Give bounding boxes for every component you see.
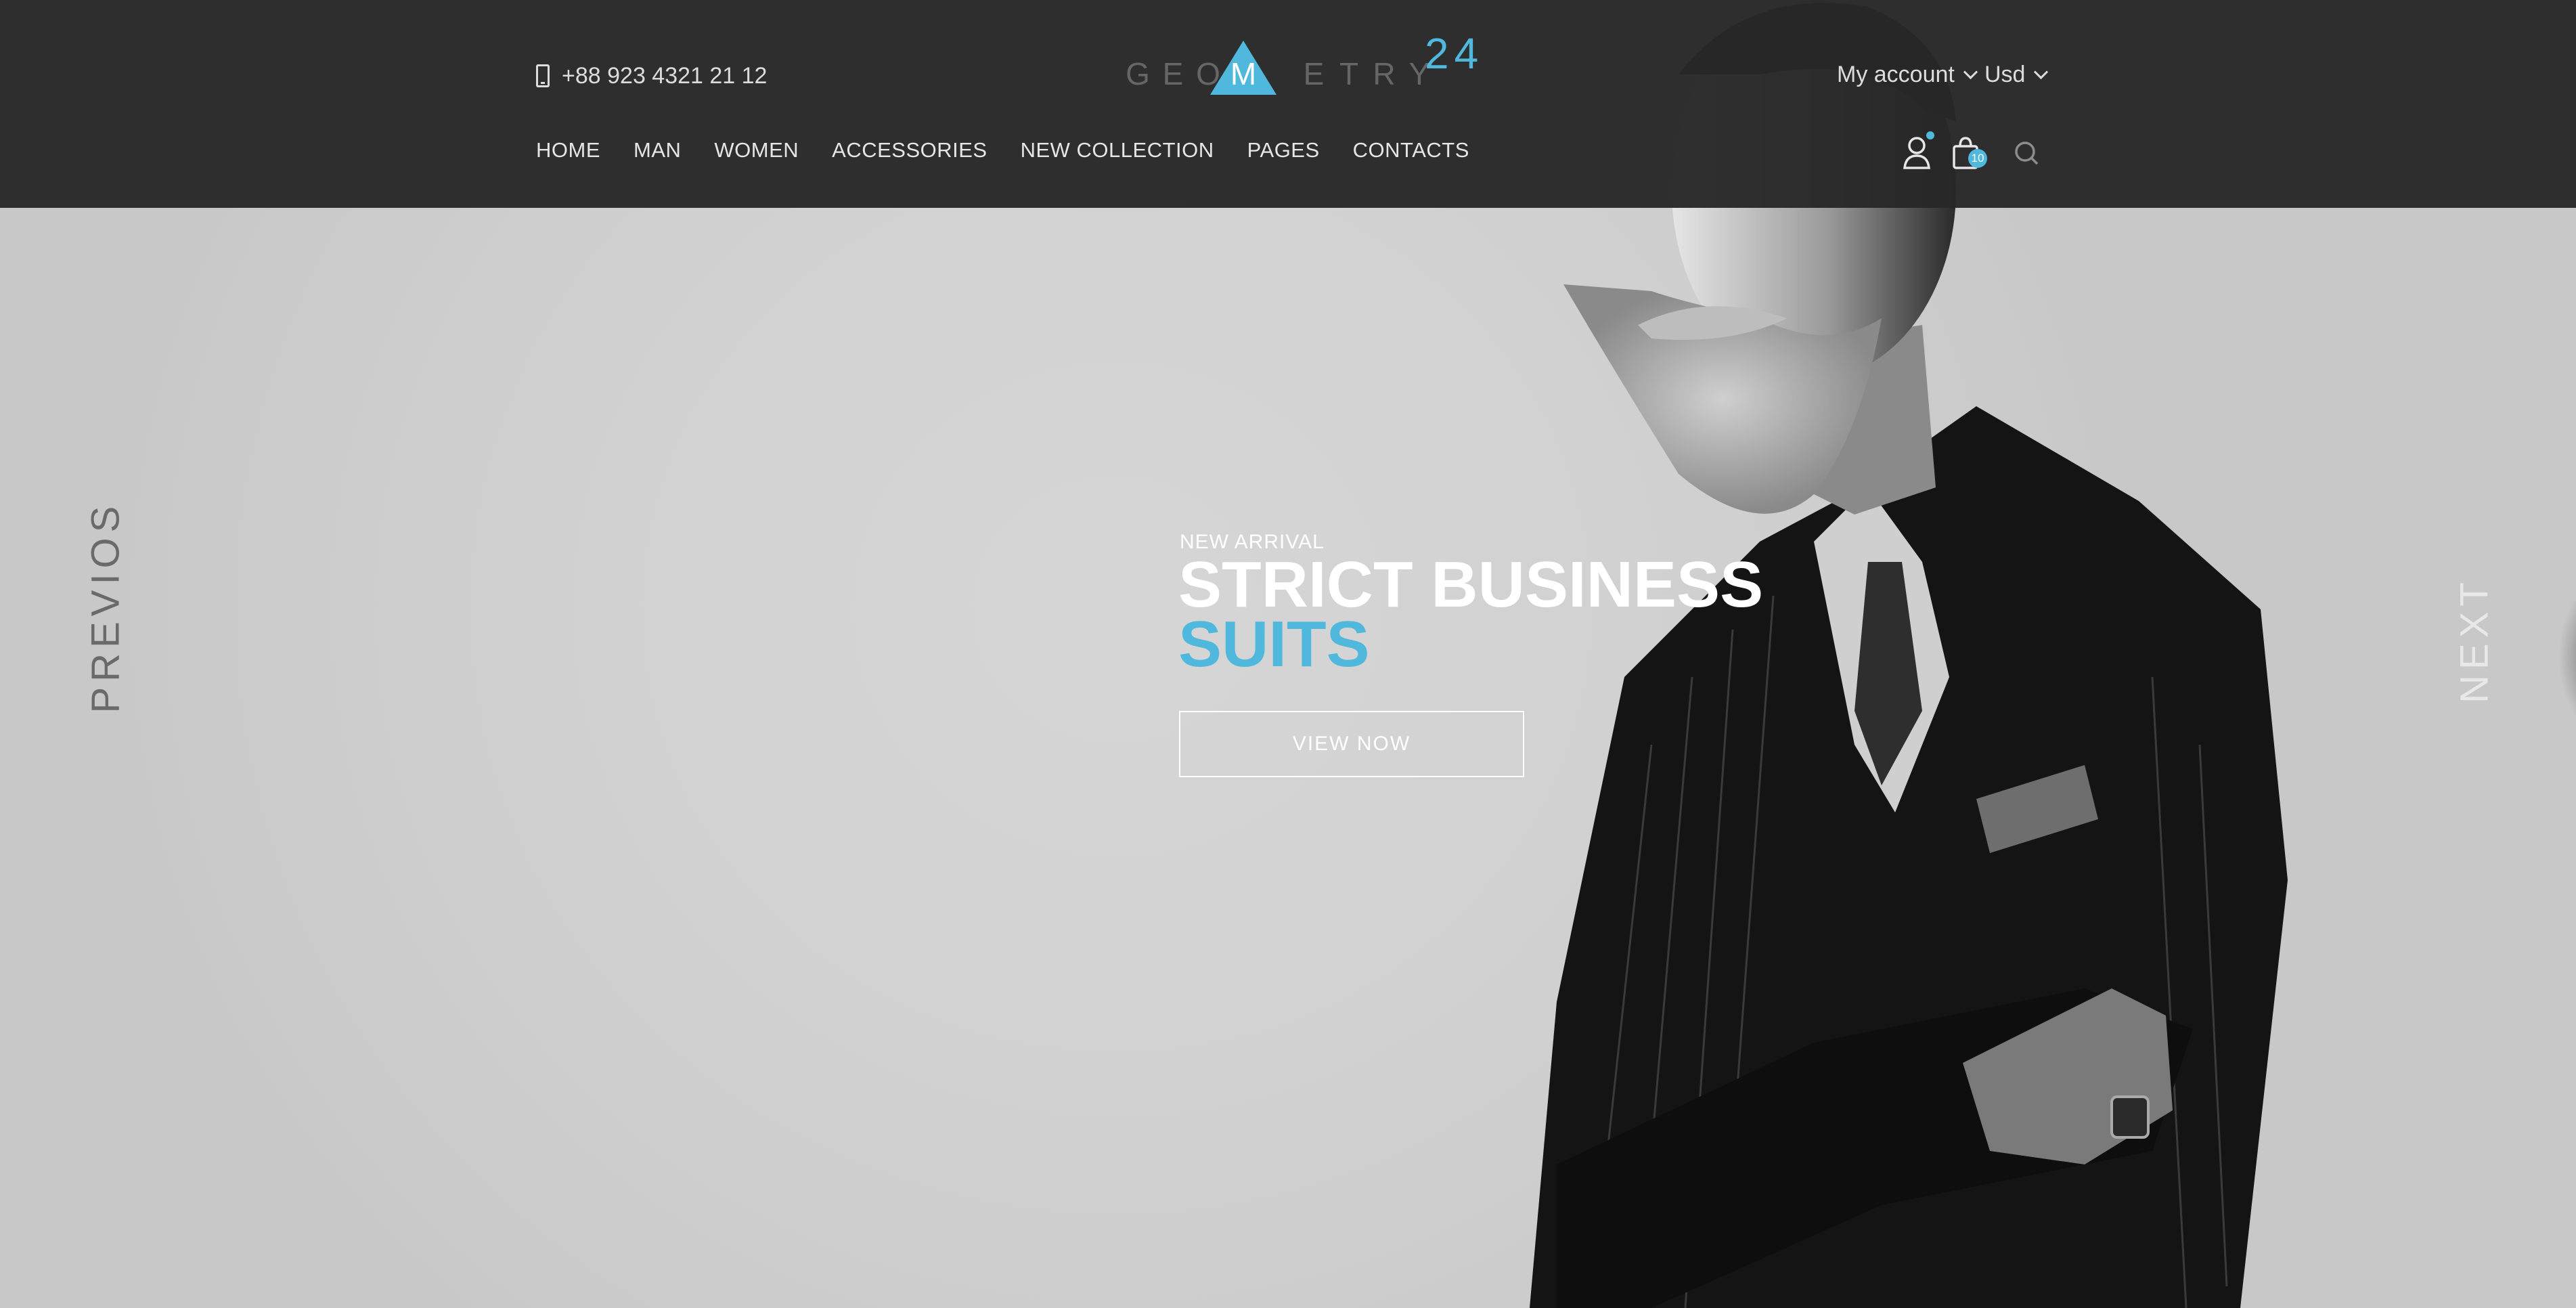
site-header: +88 923 4321 21 12 G E O E T R Y M 24 My… [0, 0, 2576, 208]
nav-item-pages[interactable]: PAGES [1247, 138, 1320, 162]
logo-letter: E [1162, 56, 1184, 91]
search-icon [2015, 141, 2039, 165]
nav-item-man[interactable]: MAN [634, 138, 681, 162]
nav-item-women[interactable]: WOMEN [714, 138, 799, 162]
nav-item-accessories[interactable]: ACCESSORIES [832, 138, 987, 162]
my-account-dropdown[interactable]: My account [1837, 60, 1978, 89]
logo-accent-letter: M [1230, 56, 1257, 91]
next-slide-button[interactable]: NEXT [2452, 566, 2497, 715]
view-now-button[interactable]: VIEW NOW [1179, 711, 1524, 777]
nav-item-contacts[interactable]: CONTACTS [1353, 138, 1469, 162]
account-button[interactable] [1902, 131, 1934, 176]
phone-contact[interactable]: +88 923 4321 21 12 [536, 61, 767, 91]
currency-label: Usd [1984, 61, 2026, 87]
phone-icon [536, 64, 550, 87]
site-logo[interactable]: G E O E T R Y M 24 [1120, 27, 1499, 102]
phone-number: +88 923 4321 21 12 [562, 62, 768, 89]
edge-shadow [2558, 582, 2576, 731]
previous-slide-button[interactable]: PREVIOS [83, 501, 129, 714]
main-nav: HOME MAN WOMEN ACCESSORIES NEW COLLECTIO… [536, 138, 1469, 162]
notification-dot [1926, 131, 1934, 139]
currency-dropdown[interactable]: Usd [1984, 60, 2049, 89]
logo-letter: T [1339, 56, 1359, 91]
logo-wordmark: G E O E T R Y [1120, 56, 1437, 92]
logo-letter: G [1126, 56, 1150, 91]
user-icon [1903, 137, 1930, 169]
logo-number: 24 [1425, 29, 1484, 78]
nav-item-new-collection[interactable]: NEW COLLECTION [1021, 138, 1214, 162]
chevron-down-icon [2034, 64, 2049, 79]
chevron-down-icon [1963, 64, 1978, 79]
hero-headline-accent: SUITS [1178, 608, 1370, 680]
logo-letter: E [1303, 56, 1325, 91]
search-button[interactable] [2012, 135, 2041, 176]
cart-button[interactable]: 10 [1951, 135, 1987, 176]
hero-headline: STRICT BUSINESS [1178, 548, 1764, 621]
cart-count-badge: 10 [1968, 149, 1987, 168]
nav-item-home[interactable]: HOME [536, 138, 600, 162]
my-account-label: My account [1837, 61, 1955, 87]
logo-letter: R [1373, 56, 1396, 91]
